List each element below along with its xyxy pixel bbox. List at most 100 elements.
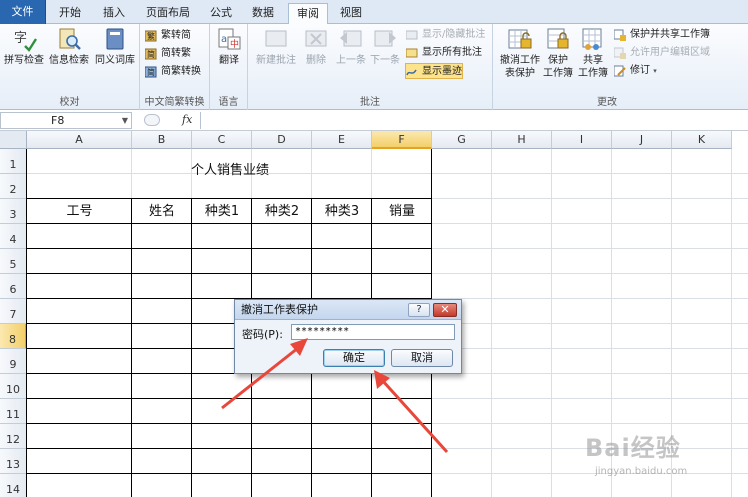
column-header-d[interactable]: D (252, 131, 312, 149)
row-header-12[interactable]: 12 (0, 424, 27, 449)
delete-comment-icon (305, 30, 327, 47)
delete-comment-button[interactable]: 删除 (300, 26, 332, 67)
header-cell-a[interactable]: 工号 (27, 199, 132, 224)
allow-edit-ranges-label: 允许用户编辑区域 (630, 47, 710, 58)
show-all-comments-button[interactable]: 显示所有批注 (406, 45, 482, 61)
group-chinese-conversion: 繁 繁转简 简 简转繁 简 简繁转换 中文简繁转换 (140, 24, 210, 110)
row-header-8[interactable]: 8 (0, 324, 27, 349)
row-header-9[interactable]: 9 (0, 349, 27, 374)
column-header-f[interactable]: F (372, 131, 432, 149)
tab-home[interactable]: 开始 (52, 3, 88, 24)
chinese-convert-icon: 简 (145, 66, 157, 78)
row-header-7[interactable]: 7 (0, 299, 27, 324)
research-label: 信息检索 (49, 55, 89, 66)
show-hide-comment-button[interactable]: 显示/隐藏批注 (406, 27, 485, 43)
insert-function-button[interactable]: fx (140, 112, 200, 129)
row-header-6[interactable]: 6 (0, 274, 27, 299)
previous-comment-icon (340, 30, 362, 47)
column-header-j[interactable]: J (612, 131, 672, 149)
row-header-13[interactable]: 13 (0, 449, 27, 474)
column-header-g[interactable]: G (432, 131, 492, 149)
column-header-e[interactable]: E (312, 131, 372, 149)
group-label-proofing: 校对 (59, 97, 80, 108)
cancel-button[interactable]: 取消 (391, 349, 453, 367)
ok-button[interactable]: 确定 (323, 349, 385, 367)
thesaurus-button[interactable]: 同义词库 (92, 26, 138, 67)
group-language: a中 翻译 语言 (210, 24, 248, 110)
row-header-11[interactable]: 11 (0, 399, 27, 424)
column-header-k[interactable]: K (672, 131, 732, 149)
tab-page-layout[interactable]: 页面布局 (140, 3, 196, 24)
column-header-a[interactable]: A (27, 131, 132, 149)
row-header-2[interactable]: 2 (0, 174, 27, 199)
unprotect-sheet-dialog: 撤消工作表保护 ? ✕ 密码(P): ********* 确定 取消 (234, 299, 462, 374)
row-header-1[interactable]: 1 (0, 149, 27, 174)
column-header-h[interactable]: H (492, 131, 552, 149)
select-all-corner[interactable] (0, 131, 27, 149)
simp-to-trad-button[interactable]: 简 简转繁 (145, 46, 191, 62)
show-ink-button[interactable]: 显示墨迹 (405, 63, 463, 79)
column-header-i[interactable]: I (552, 131, 612, 149)
trad-to-simp-icon: 繁 (145, 30, 157, 42)
unprotect-sheet-button[interactable]: 撤消工作 表保护 (498, 26, 542, 80)
group-comments: 新建批注 删除 上一条 下一条 显示/隐藏批注 显示所有批注 显示墨迹 批注 (248, 24, 493, 110)
share-workbook-label-2: 工作簿 (578, 68, 608, 79)
table-border-h (27, 273, 432, 274)
protect-share-workbook-button[interactable]: 保护并共享工作簿 (614, 27, 710, 43)
protect-workbook-label-1: 保护 (548, 55, 568, 66)
row-header-10[interactable]: 10 (0, 374, 27, 399)
column-header-c[interactable]: C (192, 131, 252, 149)
unprotect-sheet-icon (508, 29, 532, 49)
tab-file[interactable]: 文件 (0, 0, 46, 24)
track-changes-button[interactable]: 修订 ▾ (614, 63, 657, 79)
password-input[interactable]: ********* (291, 324, 455, 340)
track-changes-label: 修订 (630, 65, 650, 76)
header-cell-f[interactable]: 销量 (372, 199, 432, 224)
close-button[interactable]: ✕ (433, 303, 457, 317)
header-cell-d[interactable]: 种类2 (252, 199, 312, 224)
protect-share-label: 保护并共享工作簿 (630, 29, 710, 40)
tab-formulas[interactable]: 公式 (203, 3, 239, 24)
new-comment-button[interactable]: 新建批注 (254, 26, 298, 67)
unprotect-sheet-label-1: 撤消工作 (500, 55, 540, 66)
header-cell-b[interactable]: 姓名 (132, 199, 192, 224)
formula-input[interactable] (200, 112, 748, 129)
help-button[interactable]: ? (408, 303, 430, 317)
trad-to-simp-button[interactable]: 繁 繁转简 (145, 28, 191, 44)
header-cell-e[interactable]: 种类3 (312, 199, 372, 224)
tab-review[interactable]: 审阅 (288, 3, 328, 24)
allow-edit-ranges-button[interactable]: 允许用户编辑区域 (614, 45, 710, 61)
row-header-14[interactable]: 14 (0, 474, 27, 497)
trad-to-simp-label: 繁转简 (161, 30, 191, 41)
tab-view[interactable]: 视图 (333, 3, 369, 24)
row-header-4[interactable]: 4 (0, 224, 27, 249)
row-header-3[interactable]: 3 (0, 199, 27, 224)
translate-icon: a中 (218, 28, 241, 50)
header-cell-c[interactable]: 种类1 (192, 199, 252, 224)
tab-insert[interactable]: 插入 (96, 3, 132, 24)
thesaurus-label: 同义词库 (95, 55, 135, 66)
row-header-5[interactable]: 5 (0, 249, 27, 274)
column-header-b[interactable]: B (132, 131, 192, 149)
tab-data[interactable]: 数据 (245, 3, 281, 24)
next-comment-label: 下一条 (370, 55, 400, 66)
track-changes-dropdown-icon: ▾ (653, 67, 657, 75)
name-box-dropdown-icon[interactable]: ▼ (122, 113, 128, 128)
previous-comment-button[interactable]: 上一条 (334, 26, 368, 67)
translate-button[interactable]: a中 翻译 (213, 26, 245, 67)
group-changes: 撤消工作 表保护 保护 工作簿 共享 工作簿 保护并共享工作簿 允许用户编辑区域… (494, 24, 720, 110)
research-button[interactable]: 信息检索 (46, 26, 92, 67)
name-box[interactable]: F8 ▼ (0, 112, 132, 129)
spell-check-button[interactable]: 字 拼写检查 (2, 26, 46, 67)
simp-to-trad-icon: 简 (145, 48, 157, 60)
svg-text:简: 简 (147, 49, 155, 59)
protect-share-icon (614, 29, 626, 41)
protect-workbook-button[interactable]: 保护 工作簿 (542, 26, 574, 80)
chinese-convert-button[interactable]: 简 简繁转换 (145, 64, 201, 80)
protect-workbook-label-2: 工作簿 (543, 68, 573, 79)
next-comment-button[interactable]: 下一条 (368, 26, 402, 67)
share-workbook-button[interactable]: 共享 工作簿 (576, 26, 610, 80)
research-icon (59, 28, 81, 50)
group-proofing: 字 拼写检查 信息检索 同义词库 校对 (0, 24, 140, 110)
show-ink-icon (406, 69, 417, 76)
